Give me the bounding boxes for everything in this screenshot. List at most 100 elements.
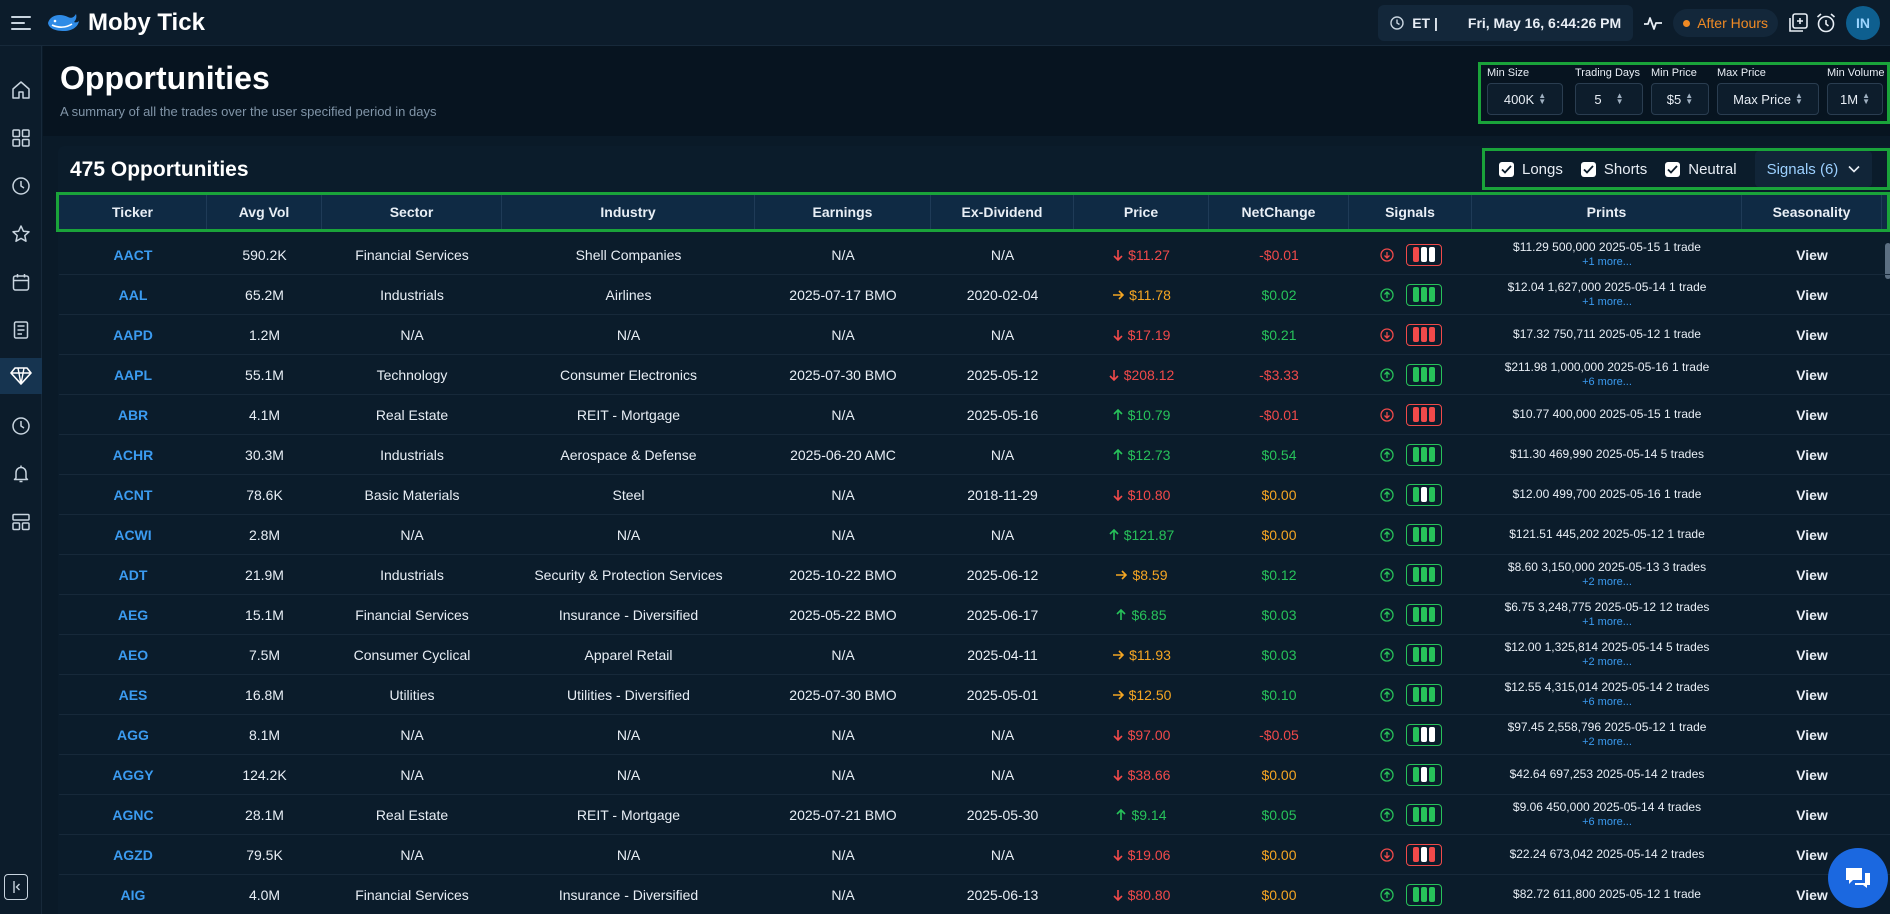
signals-cell[interactable] [1349,475,1472,515]
column-header-price[interactable]: Price [1074,195,1209,229]
seasonality-view-link[interactable]: View [1742,355,1882,395]
sidebar-item-watchlist[interactable] [0,216,42,252]
min-size-select[interactable]: 400K ▲ ▼ [1487,83,1563,115]
sidebar-item-layouts[interactable] [0,504,42,540]
signals-cell[interactable] [1349,235,1472,275]
seasonality-view-link[interactable]: View [1742,715,1882,755]
table-row[interactable]: ACNT 78.6K Basic Materials Steel N/A 2018-11-… [59,475,1890,515]
prints-more-link[interactable]: +1 more... [1582,255,1632,270]
column-header-industry[interactable]: Industry [502,195,755,229]
signals-cell[interactable] [1349,315,1472,355]
max-price-select[interactable]: Max Price ▲ ▼ [1717,83,1819,115]
table-row[interactable]: AAL 65.2M Industrials Airlines 2025-07-17 BM… [59,275,1890,315]
prints-more-link[interactable]: +2 more... [1582,655,1632,670]
seasonality-view-link[interactable]: View [1742,315,1882,355]
checkbox-checked-icon[interactable] [1580,161,1596,177]
signals-cell[interactable] [1349,435,1472,475]
column-header-signals[interactable]: Signals [1349,195,1472,229]
ticker-link[interactable]: AAPL [59,355,207,395]
table-row[interactable]: AACT 590.2K Financial Services Shell Compan… [59,235,1890,275]
activity-pulse-icon[interactable] [1639,0,1667,46]
user-avatar[interactable]: IN [1846,6,1880,40]
column-header-sector[interactable]: Sector [322,195,502,229]
toggle-neutral[interactable]: Neutral [1665,161,1737,178]
seasonality-view-link[interactable]: View [1742,675,1882,715]
column-header-ticker[interactable]: Ticker [59,195,207,229]
chat-support-button[interactable] [1828,848,1888,908]
column-header-net-change[interactable]: NetChange [1209,195,1349,229]
seasonality-view-link[interactable]: View [1742,795,1882,835]
signals-cell[interactable] [1349,835,1472,875]
table-row[interactable]: AGNC 28.1M Real Estate REIT - Mortgage 2025-… [59,795,1890,835]
signals-cell[interactable] [1349,275,1472,315]
prints-more-link[interactable]: +1 more... [1582,295,1632,310]
table-row[interactable]: AGG 8.1M N/A N/A N/A N/A $97.00 -$0.05 $97.45 2,… [59,715,1890,755]
toggle-shorts[interactable]: Shorts [1580,161,1647,178]
column-header-avg-vol[interactable]: Avg Vol [207,195,322,229]
ticker-link[interactable]: AES [59,675,207,715]
table-row[interactable]: AAPL 55.1M Technology Consumer Electronics 2… [59,355,1890,395]
ticker-link[interactable]: AACT [59,235,207,275]
seasonality-view-link[interactable]: View [1742,555,1882,595]
signals-cell[interactable] [1349,355,1472,395]
prints-more-link[interactable]: +1 more... [1582,615,1632,630]
market-clock[interactable]: ET | Fri, May 16, 6:44:26 PM [1378,5,1634,41]
sidebar-item-calendar[interactable] [0,264,42,300]
column-header-prints[interactable]: Prints [1472,195,1742,229]
prints-more-link[interactable]: +6 more... [1582,375,1632,390]
sidebar-item-opportunities[interactable] [0,358,42,394]
prints-more-link[interactable]: +6 more... [1582,695,1632,710]
sidebar-item-dashboard[interactable] [0,120,42,156]
signals-cell[interactable] [1349,635,1472,675]
signals-cell[interactable] [1349,875,1472,914]
toggle-longs[interactable]: Longs [1499,161,1563,178]
prints-more-link[interactable]: +2 more... [1582,575,1632,590]
signals-dropdown[interactable]: Signals (6) [1754,151,1873,187]
table-row[interactable]: ABR 4.1M Real Estate REIT - Mortgage N/A 2025… [59,395,1890,435]
signals-cell[interactable] [1349,715,1472,755]
ticker-link[interactable]: AIG [59,875,207,914]
min-volume-select[interactable]: 1M ▲ ▼ [1827,83,1883,115]
table-row[interactable]: ACWI 2.8M N/A N/A N/A N/A $121.87 $0.00 $121.51 … [59,515,1890,555]
column-header-seasonality[interactable]: Seasonality [1742,195,1882,229]
seasonality-view-link[interactable]: View [1742,475,1882,515]
table-row[interactable]: AEO 7.5M Consumer Cyclical Apparel Retail N/… [59,635,1890,675]
ticker-link[interactable]: AGGY [59,755,207,795]
table-row[interactable]: AAPD 1.2M N/A N/A N/A N/A $17.19 $0.21 $17.32 75… [59,315,1890,355]
seasonality-view-link[interactable]: View [1742,635,1882,675]
table-row[interactable]: ADT 21.9M Industrials Security & Protection… [59,555,1890,595]
table-row[interactable]: AGZD 79.5K N/A N/A N/A N/A $19.06 $0.00 $22.24 6… [59,835,1890,875]
ticker-link[interactable]: ADT [59,555,207,595]
seasonality-view-link[interactable]: View [1742,515,1882,555]
add-window-icon[interactable] [1784,0,1812,46]
signals-cell[interactable] [1349,395,1472,435]
seasonality-view-link[interactable]: View [1742,275,1882,315]
signals-cell[interactable] [1349,755,1472,795]
checkbox-checked-icon[interactable] [1499,161,1514,177]
ticker-link[interactable]: ABR [59,395,207,435]
table-row[interactable]: AIG 4.0M Financial Services Insurance - Div… [59,875,1890,914]
hamburger-menu-icon[interactable] [2,0,40,46]
sidebar-item-reports[interactable] [0,312,42,348]
signals-cell[interactable] [1349,515,1472,555]
checkbox-checked-icon[interactable] [1665,161,1681,177]
ticker-link[interactable]: AEO [59,635,207,675]
ticker-link[interactable]: AGZD [59,835,207,875]
min-price-select[interactable]: $5 ▲ ▼ [1651,83,1709,115]
ticker-link[interactable]: ACNT [59,475,207,515]
signals-cell[interactable] [1349,795,1472,835]
seasonality-view-link[interactable]: View [1742,235,1882,275]
ticker-link[interactable]: AGG [59,715,207,755]
sidebar-collapse-icon[interactable] [4,874,28,900]
ticker-link[interactable]: ACHR [59,435,207,475]
seasonality-view-link[interactable]: View [1742,435,1882,475]
sidebar-item-history[interactable] [0,168,42,204]
trading-days-select[interactable]: 5 ▲ ▼ [1575,83,1643,115]
alarm-clock-icon[interactable] [1812,0,1840,46]
ticker-link[interactable]: AAPD [59,315,207,355]
prints-more-link[interactable]: +2 more... [1582,735,1632,750]
table-row[interactable]: AGGY 124.2K N/A N/A N/A N/A $38.66 $0.00 $42.64 … [59,755,1890,795]
signals-cell[interactable] [1349,595,1472,635]
table-row[interactable]: AES 16.8M Utilities Utilities - Diversified… [59,675,1890,715]
ticker-link[interactable]: ACWI [59,515,207,555]
